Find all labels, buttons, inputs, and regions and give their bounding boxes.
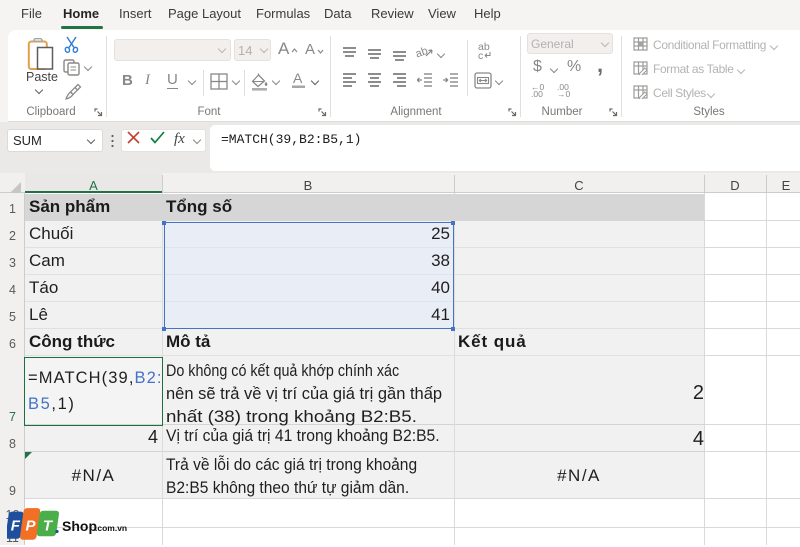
svg-text:P: P (25, 518, 36, 535)
svg-text:ab: ab (416, 45, 430, 60)
svg-text:F: F (11, 518, 21, 535)
svg-text:A: A (293, 70, 303, 86)
svg-text:c: c (478, 50, 483, 60)
svg-text:.com.vn: .com.vn (95, 523, 127, 533)
svg-text:Shop: Shop (62, 518, 97, 534)
